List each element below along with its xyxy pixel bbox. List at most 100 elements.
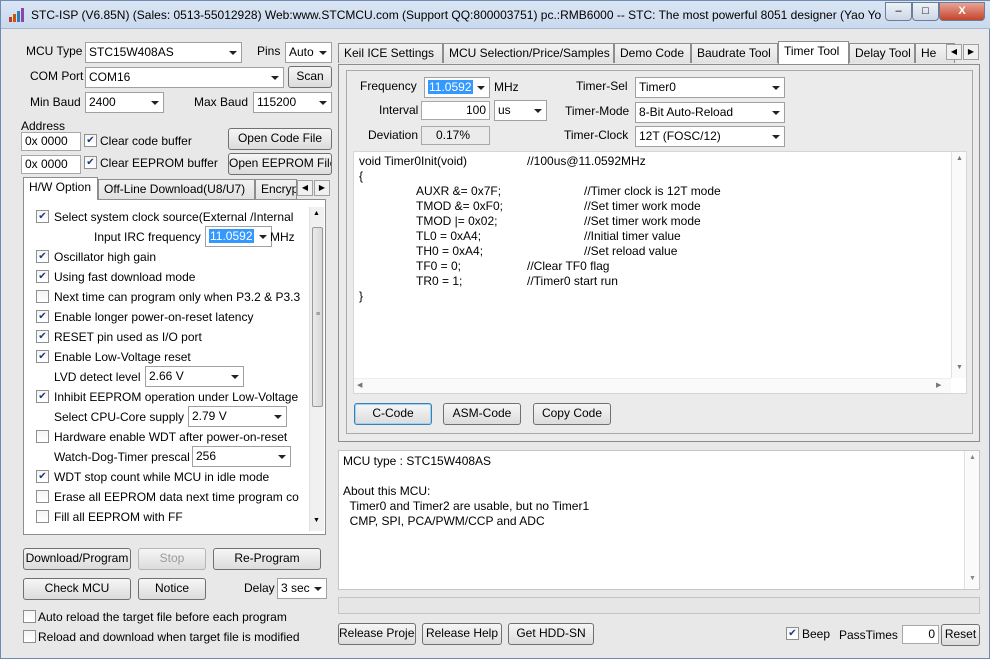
code-comment: //Timer0 start run (527, 274, 618, 288)
hw-option-checkbox[interactable] (36, 310, 49, 323)
c-code-button[interactable]: C-Code (354, 403, 432, 425)
hw-option-scrollbar[interactable]: ▲ ≡ ▼ (309, 207, 324, 531)
code-hscroll[interactable]: ◀ ▶ (354, 378, 951, 393)
scroll-right-icon[interactable]: ▶ (936, 381, 941, 389)
hw-option-row[interactable]: Using fast download mode (24, 267, 312, 287)
hw-option-checkbox[interactable] (36, 390, 49, 403)
hw-option-checkbox[interactable] (36, 210, 49, 223)
scroll-down-icon[interactable]: ▼ (969, 575, 976, 582)
clear-code-buffer-checkbox[interactable] (84, 134, 97, 147)
tab-scroll-right-icon[interactable]: ▶ (963, 44, 979, 60)
tab-scroll-right-icon[interactable]: ▶ (314, 180, 330, 196)
open-code-file-button[interactable]: Open Code File (228, 128, 332, 150)
tab-scroll-left-icon[interactable]: ◀ (297, 180, 313, 196)
tab-baudrate-tool[interactable]: Baudrate Tool (691, 43, 778, 63)
hw-option-checkbox[interactable] (36, 430, 49, 443)
auto-reload-checkbox[interactable] (23, 610, 36, 623)
code-address-input[interactable]: 0x 0000 (21, 132, 81, 151)
tab-mcu-selection-price-samples[interactable]: MCU Selection/Price/Samples (443, 43, 614, 63)
hw-option-row[interactable]: RESET pin used as I/O port (24, 327, 312, 347)
hw-option-checkbox[interactable] (36, 350, 49, 363)
chevron-down-icon (772, 111, 780, 115)
hw-option-checkbox[interactable] (36, 290, 49, 303)
hw-option-checkbox[interactable] (36, 470, 49, 483)
scroll-up-icon[interactable]: ▲ (969, 454, 976, 461)
beep-checkbox[interactable] (786, 627, 799, 640)
hw-option-row[interactable]: Select system clock source(External /Int… (24, 207, 312, 227)
tab-demo-code[interactable]: Demo Code (614, 43, 691, 63)
stop-button[interactable]: Stop (138, 548, 206, 570)
chevron-down-icon (278, 455, 286, 459)
check-mcu-button[interactable]: Check MCU (23, 578, 131, 600)
tab-keil-ice-settings[interactable]: Keil ICE Settings (338, 43, 443, 63)
hw-option-checkbox[interactable] (36, 510, 49, 523)
asm-code-button[interactable]: ASM-Code (443, 403, 521, 425)
hw-option-row[interactable]: WDT stop count while MCU in idle mode (24, 467, 312, 487)
hw-option-row[interactable]: Fill all EEPROM with FF (24, 507, 312, 527)
re-program-button[interactable]: Re-Program (213, 548, 321, 570)
hw-option-row[interactable]: Enable longer power-on-reset latency (24, 307, 312, 327)
eeprom-address-input[interactable]: 0x 0000 (21, 155, 81, 174)
hw-option-row[interactable]: Next time can program only when P3.2 & P… (24, 287, 312, 307)
release-help-button[interactable]: Release Help (422, 623, 502, 645)
hw-option-row[interactable]: Erase all EEPROM data next time program … (24, 487, 312, 507)
mcu-type-select[interactable]: STC15W408AS (85, 42, 242, 63)
tab-offline-download[interactable]: Off-Line Download(U8/U7) (98, 179, 255, 199)
notice-button[interactable]: Notice (138, 578, 206, 600)
minimize-button[interactable]: – (885, 2, 912, 21)
hw-option-checkbox[interactable] (36, 490, 49, 503)
hw-option-row[interactable]: Inhibit EEPROM operation under Low-Volta… (24, 387, 312, 407)
delay-select[interactable]: 3 sec (277, 578, 327, 599)
hw-option-checkbox[interactable] (36, 270, 49, 283)
close-button[interactable]: X (939, 2, 985, 21)
open-eeprom-file-button[interactable]: Open EEPROM File (228, 153, 332, 175)
scroll-up-icon[interactable]: ▲ (956, 155, 963, 162)
hw-option-row[interactable]: Enable Low-Voltage reset (24, 347, 312, 367)
hw-option-checkbox[interactable] (36, 250, 49, 263)
generated-code-box[interactable]: void Timer0Init(void) //100us@11.0592MHz {… (353, 151, 967, 394)
tab-delay-tool[interactable]: Delay Tool (849, 43, 915, 63)
tab-hw-option[interactable]: H/W Option (23, 177, 98, 200)
com-port-select[interactable]: COM16 (85, 67, 284, 88)
maximize-button[interactable]: □ (912, 2, 939, 21)
reload-download-checkbox[interactable] (23, 630, 36, 643)
progress-bar (338, 597, 980, 614)
download-program-button[interactable]: Download/Program (23, 548, 131, 570)
info-vscroll[interactable]: ▲ ▼ (964, 451, 979, 589)
scroll-left-icon[interactable]: ◀ (357, 381, 362, 389)
copy-code-button[interactable]: Copy Code (533, 403, 611, 425)
get-hdd-sn-button[interactable]: Get HDD-SN (508, 623, 594, 645)
hw-option-select[interactable]: 2.66 V (145, 366, 244, 387)
scan-button[interactable]: Scan (288, 66, 332, 88)
chevron-down-icon (534, 109, 542, 113)
hw-option-select[interactable]: 2.79 V (188, 406, 287, 427)
hw-option-row[interactable]: Hardware enable WDT after power-on-reset (24, 427, 312, 447)
timer-sel-select[interactable]: Timer0 (635, 77, 785, 98)
hw-option-select[interactable]: 256 (192, 446, 291, 467)
min-baud-select[interactable]: 2400 (85, 92, 164, 113)
hw-option-checkbox[interactable] (36, 330, 49, 343)
scroll-up-icon[interactable]: ▲ (313, 210, 320, 217)
interval-input[interactable]: 100 (421, 101, 490, 120)
frequency-select[interactable]: 11.0592 (424, 77, 490, 98)
code-vscroll[interactable]: ▲ ▼ (951, 152, 966, 378)
address-label: Address (21, 119, 66, 133)
max-baud-select[interactable]: 115200 (253, 92, 332, 113)
code-line: { (359, 169, 364, 183)
scroll-down-icon[interactable]: ▼ (313, 517, 320, 524)
scroll-down-icon[interactable]: ▼ (956, 364, 963, 371)
release-project-button[interactable]: Release Project (338, 623, 416, 645)
tab-timer-tool[interactable]: Timer Tool (778, 41, 849, 64)
timer-mode-select[interactable]: 8-Bit Auto-Reload (635, 102, 785, 123)
timer-clock-select[interactable]: 12T (FOSC/12) (635, 126, 785, 147)
pins-select[interactable]: Auto (285, 42, 332, 63)
reset-button[interactable]: Reset (941, 624, 980, 646)
hw-option-row[interactable]: Oscillator high gain (24, 247, 312, 267)
clear-eeprom-buffer-checkbox[interactable] (84, 156, 97, 169)
tab-encryption[interactable]: Encryp (255, 179, 297, 199)
tab-scroll-left-icon[interactable]: ◀ (946, 44, 962, 60)
code-line: TMOD |= 0x02; (416, 214, 498, 228)
hw-option-select[interactable]: 11.0592 (205, 226, 272, 247)
interval-unit-select[interactable]: us (494, 100, 547, 121)
code-line: TR0 = 1; (416, 274, 463, 288)
